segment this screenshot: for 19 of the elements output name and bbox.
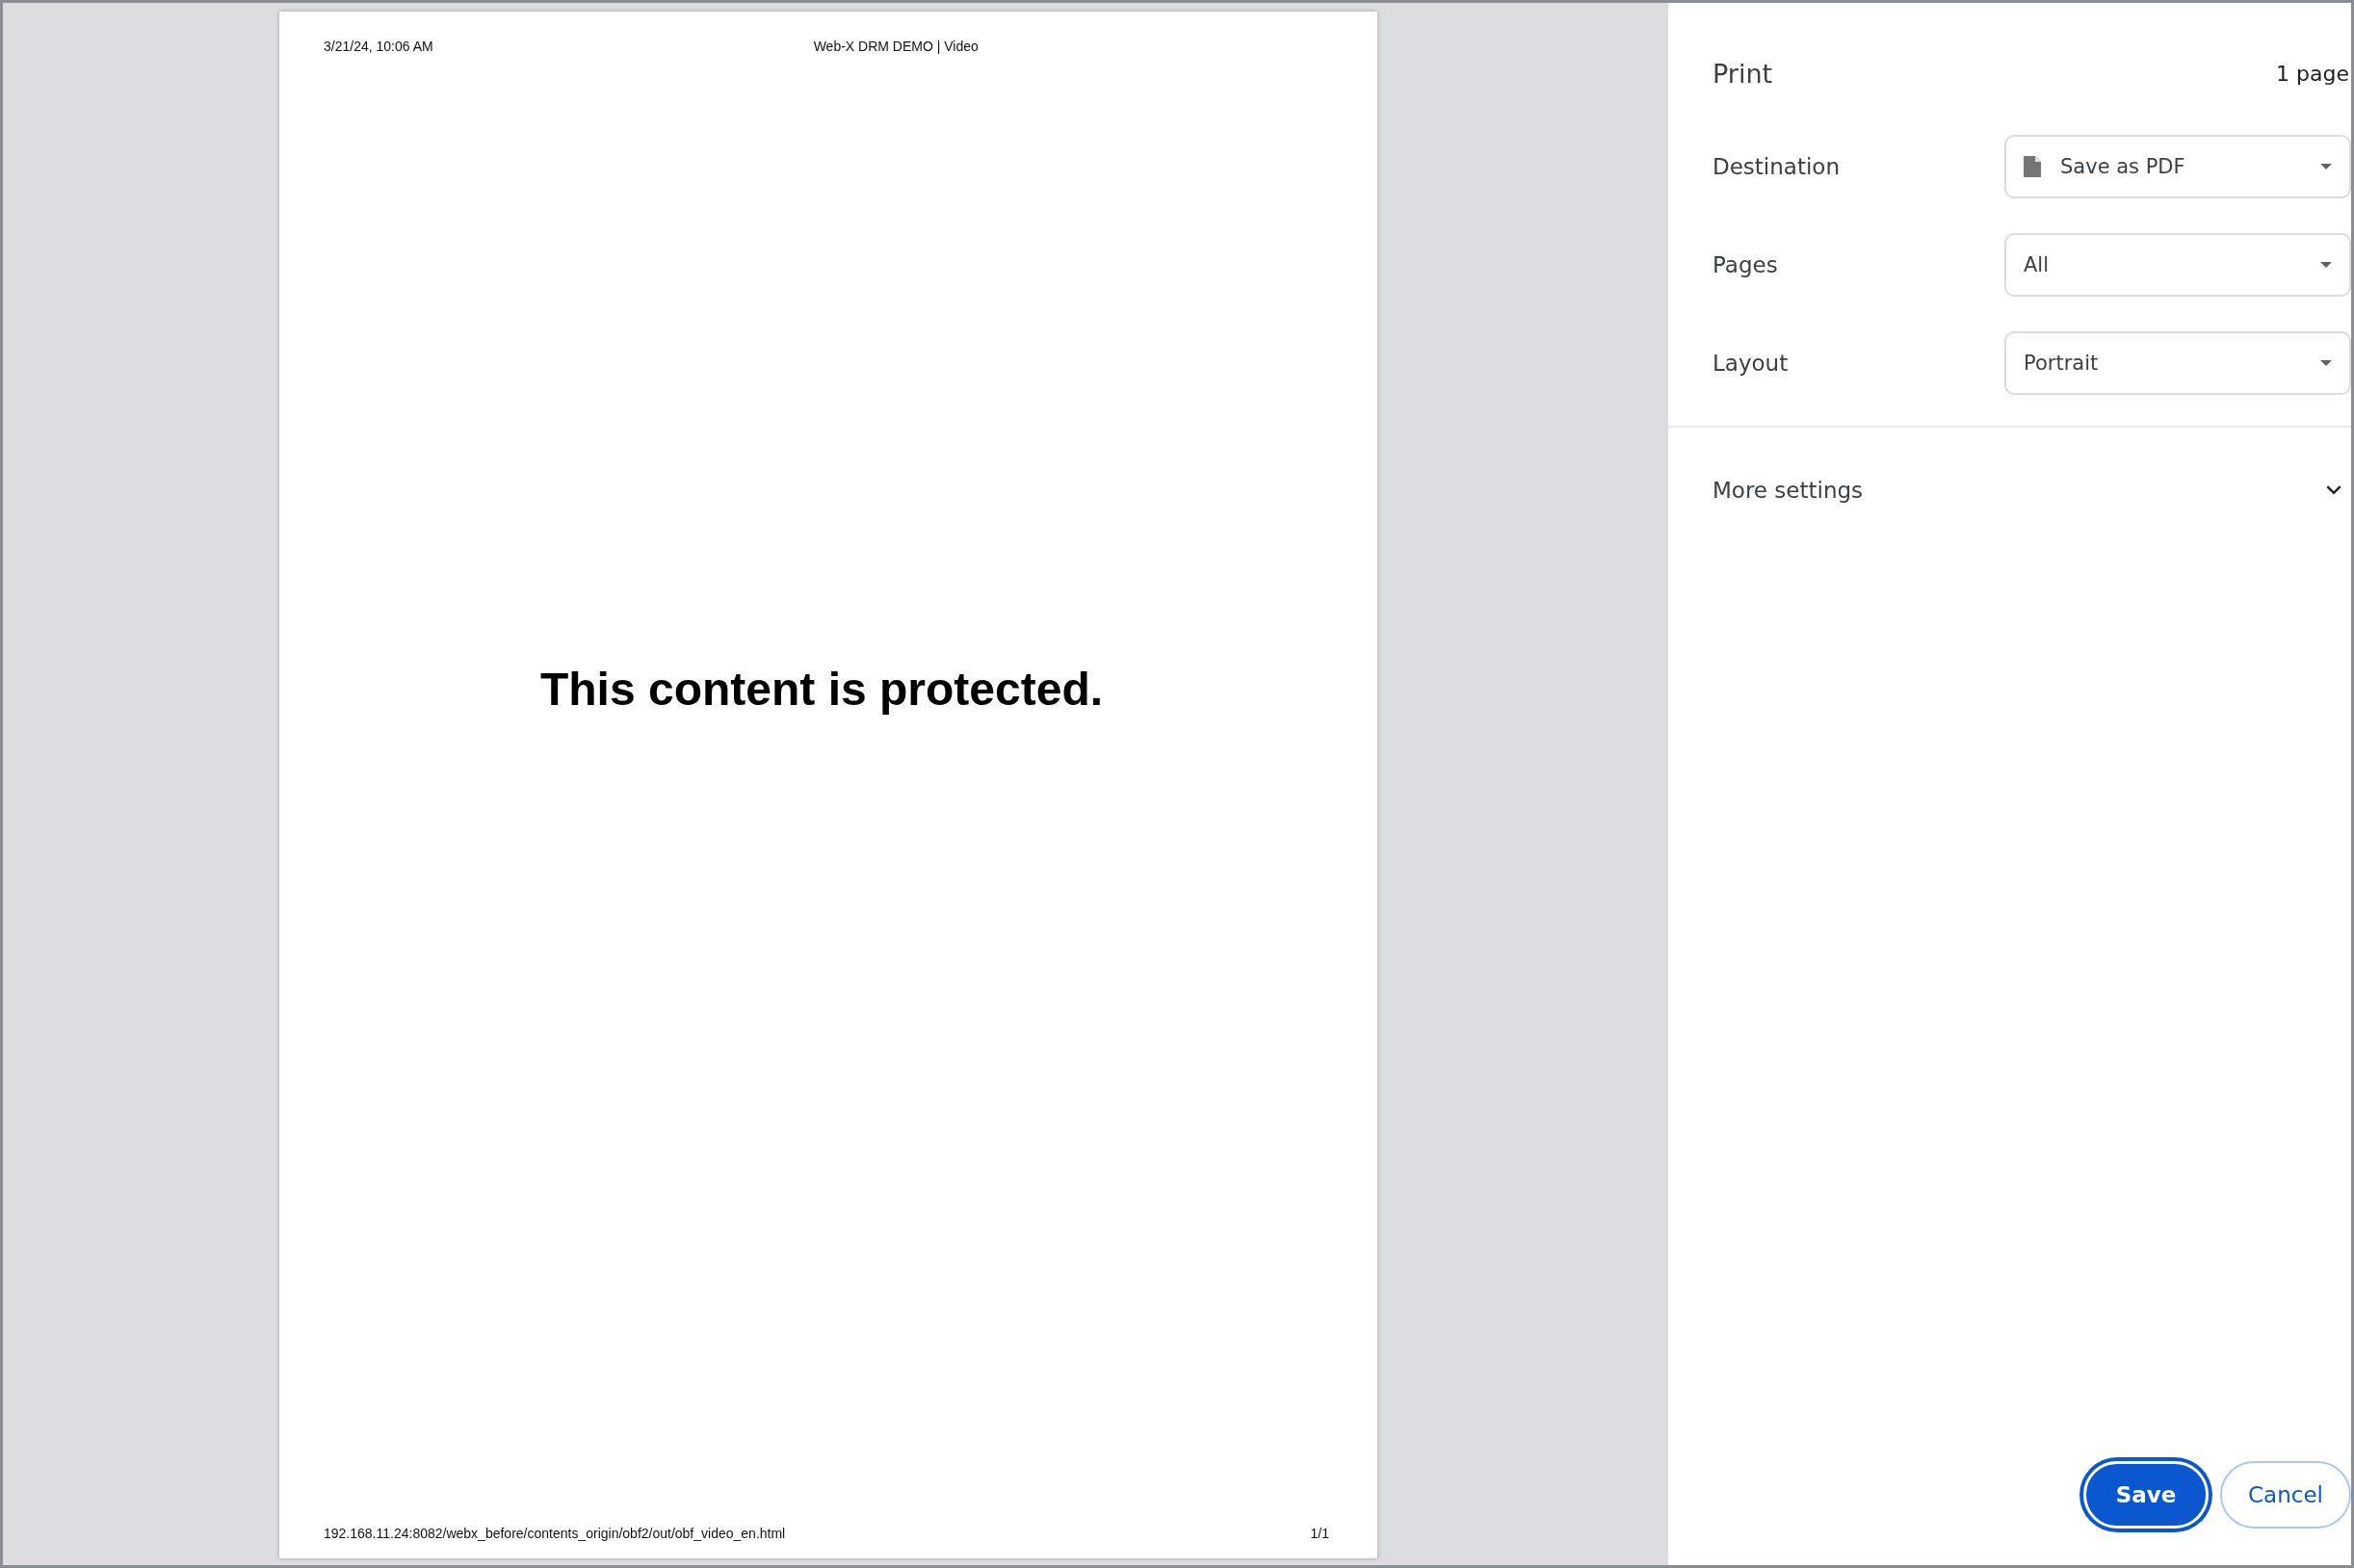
caret-icon [2320, 164, 2332, 170]
setting-label: Destination [1713, 154, 1840, 179]
more-settings-toggle[interactable]: More settings [1668, 478, 2351, 503]
page-footer-number: 1/1 [1310, 1526, 1329, 1541]
page-header-date: 3/21/24, 10:06 AM [324, 39, 433, 54]
dialog-title: Print [1713, 59, 1773, 89]
page-count: 1 page [2276, 62, 2349, 86]
page-footer-url: 192.168.11.24:8082/webx_before/contents_origin/obf2/out/obf_video_en.html [324, 1526, 786, 1541]
caret-icon [2320, 262, 2332, 268]
caret-icon [2320, 360, 2332, 366]
dropdown[interactable]: Save as PDF [2004, 135, 2351, 198]
cancel-button[interactable]: Cancel [2220, 1461, 2351, 1529]
dropdown[interactable]: Portrait [2004, 331, 2351, 395]
setting-label: Layout [1713, 351, 1789, 376]
file-icon [2024, 156, 2041, 177]
dropdown[interactable]: All [2004, 233, 2351, 297]
setting-label: Pages [1713, 252, 1778, 277]
protected-message: This content is protected. [539, 663, 1104, 717]
page-header-title: Web-X DRM DEMO | Video [813, 39, 979, 54]
